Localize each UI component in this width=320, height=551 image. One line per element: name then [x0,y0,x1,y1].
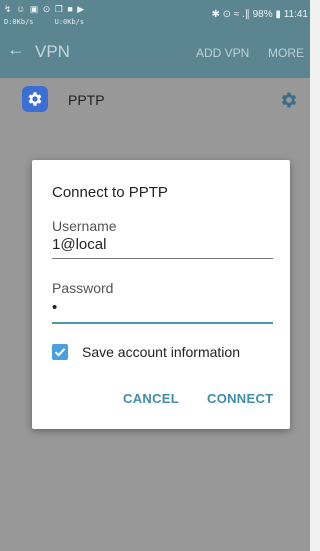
connect-button[interactable]: CONNECT [207,391,273,406]
settings-icon [28,92,42,106]
vpn-item-label[interactable]: PPTP [68,92,105,108]
status-bar: ↯ ☺ ▣ ⊙ ❐ ■ ▶ D:0Kb/s U:0Kb/s ✱ ⊙ ≈ .∥ 9… [0,0,310,34]
save-account-checkbox[interactable] [52,344,68,360]
save-account-label[interactable]: Save account information [82,344,240,360]
battery-percent: 98% [252,9,273,20]
connect-dialog: Connect to PPTP Username 1@local Passwor… [32,160,290,429]
phone-screen: ↯ ☺ ▣ ⊙ ❐ ■ ▶ D:0Kb/s U:0Kb/s ✱ ⊙ ≈ .∥ 9… [0,0,310,551]
clock: 11:41 [283,9,308,20]
vpn-settings-app-icon [22,86,48,112]
status-right: ✱ ⊙ ≈ .∥ 98% ▮ 11:41 [211,9,308,20]
page-title: VPN [35,42,70,61]
cancel-button[interactable]: CANCEL [123,391,179,406]
dialog-title: Connect to PPTP [52,184,168,201]
username-label: Username [52,218,117,234]
username-underline [52,258,273,259]
battery-icon: ▮ [275,9,281,20]
network-speed: D:0Kb/s U:0Kb/s [4,18,85,26]
system-icons: ✱ ⊙ ≈ .∥ [211,9,250,20]
username-field[interactable]: 1@local [52,236,106,253]
notification-icons: ↯ ☺ ▣ ⊙ ❐ ■ ▶ [4,4,86,14]
back-arrow-icon[interactable]: ← [7,40,25,58]
password-field[interactable]: • [52,299,57,316]
gear-icon[interactable] [279,90,299,110]
password-underline [52,322,273,324]
check-icon [54,348,66,357]
add-vpn-button[interactable]: ADD VPN [196,46,249,60]
password-label: Password [52,280,114,296]
more-button[interactable]: MORE [268,46,304,60]
